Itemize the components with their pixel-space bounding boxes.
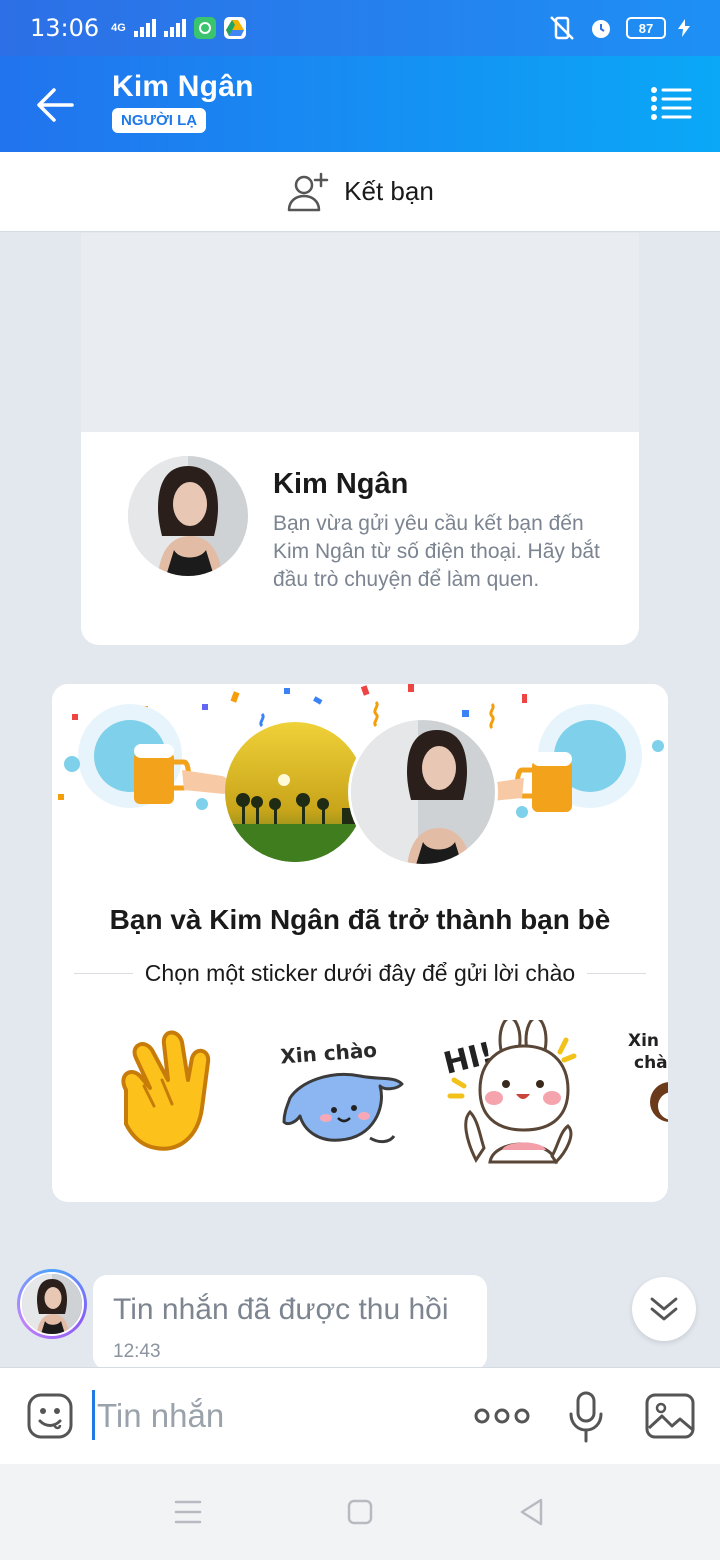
profile-cover xyxy=(81,233,639,432)
add-friend-label: Kết bạn xyxy=(344,176,434,206)
microphone-icon[interactable] xyxy=(566,1390,606,1444)
svg-text:chà: chà xyxy=(634,1053,668,1073)
svg-text:Xin: Xin xyxy=(628,1031,659,1051)
scroll-down-button[interactable] xyxy=(632,1277,696,1341)
divider-right xyxy=(587,973,647,974)
divider-left xyxy=(74,973,133,974)
sticker-row: Xin chào HI! Xin chà xyxy=(52,1020,668,1170)
sticker-text: Xin chào xyxy=(279,1038,377,1069)
app-notification-icon xyxy=(193,17,216,39)
celebration-illustration xyxy=(58,684,664,867)
sticker-wave-hand[interactable] xyxy=(104,1020,234,1170)
sticker-hi-bunny[interactable]: HI! xyxy=(440,1020,590,1170)
friends-card: Bạn và Kim Ngân đã trở thành bạn bè Chọn… xyxy=(52,684,668,1202)
network-type: 4G xyxy=(111,21,126,34)
signal-icon-2 xyxy=(163,19,186,37)
emoji-icon[interactable] xyxy=(26,1392,74,1440)
more-options-icon[interactable] xyxy=(474,1402,530,1430)
home-icon[interactable] xyxy=(340,1492,380,1532)
back-arrow-icon[interactable] xyxy=(34,84,76,126)
profile-description: Bạn vừa gửi yêu cầu kết bạn đến Kim Ngân… xyxy=(273,512,600,591)
stranger-badge: NGƯỜI LẠ xyxy=(112,108,207,133)
message-text: Tin nhắn đã được thu hồi xyxy=(113,1293,449,1326)
alarm-icon xyxy=(592,20,610,38)
sticker-hint: Chọn một sticker dưới đây để gửi lời chà… xyxy=(144,960,576,986)
message-composer xyxy=(0,1367,720,1464)
friends-title: Bạn và Kim Ngân đã trở thành bạn bè xyxy=(109,904,611,935)
status-bar: 13:06 4G 87 xyxy=(0,0,720,56)
text-cursor xyxy=(92,1390,95,1440)
battery-indicator: 87 xyxy=(626,17,666,39)
charging-icon xyxy=(678,19,690,37)
contact-name: Kim Ngân xyxy=(112,70,254,103)
double-chevron-down-icon xyxy=(650,1297,678,1321)
image-icon[interactable] xyxy=(644,1392,696,1440)
status-time: 13:06 xyxy=(30,14,100,42)
chat-title[interactable]: Kim Ngân NGƯỜI LẠ xyxy=(112,70,254,133)
sticker-xin-chao-cat[interactable]: Xin chào xyxy=(270,1020,410,1170)
signal-icon xyxy=(133,19,156,37)
add-friend-icon xyxy=(287,172,329,211)
menu-list-icon[interactable] xyxy=(650,86,692,122)
recent-apps-icon[interactable] xyxy=(168,1492,208,1532)
message-time: 12:43 xyxy=(113,1341,161,1362)
back-icon[interactable] xyxy=(512,1492,552,1532)
message-input[interactable] xyxy=(97,1386,397,1446)
chat-header: Kim Ngân NGƯỜI LẠ xyxy=(0,56,720,152)
sticker-xin-chao-partial[interactable]: Xin chà xyxy=(624,1020,668,1170)
vibrate-mute-icon xyxy=(550,16,574,40)
message-bubble[interactable]: Tin nhắn đã được thu hồi 12:43 xyxy=(93,1275,487,1370)
system-nav-bar xyxy=(0,1464,720,1560)
profile-card[interactable]: Kim Ngân Bạn vừa gửi yêu cầu kết bạn đến… xyxy=(81,233,639,645)
profile-avatar[interactable] xyxy=(128,456,248,576)
drive-icon xyxy=(223,17,246,39)
add-friend-button[interactable]: Kết bạn xyxy=(0,152,720,232)
sender-avatar[interactable] xyxy=(17,1269,87,1339)
profile-name: Kim Ngân xyxy=(273,468,409,500)
